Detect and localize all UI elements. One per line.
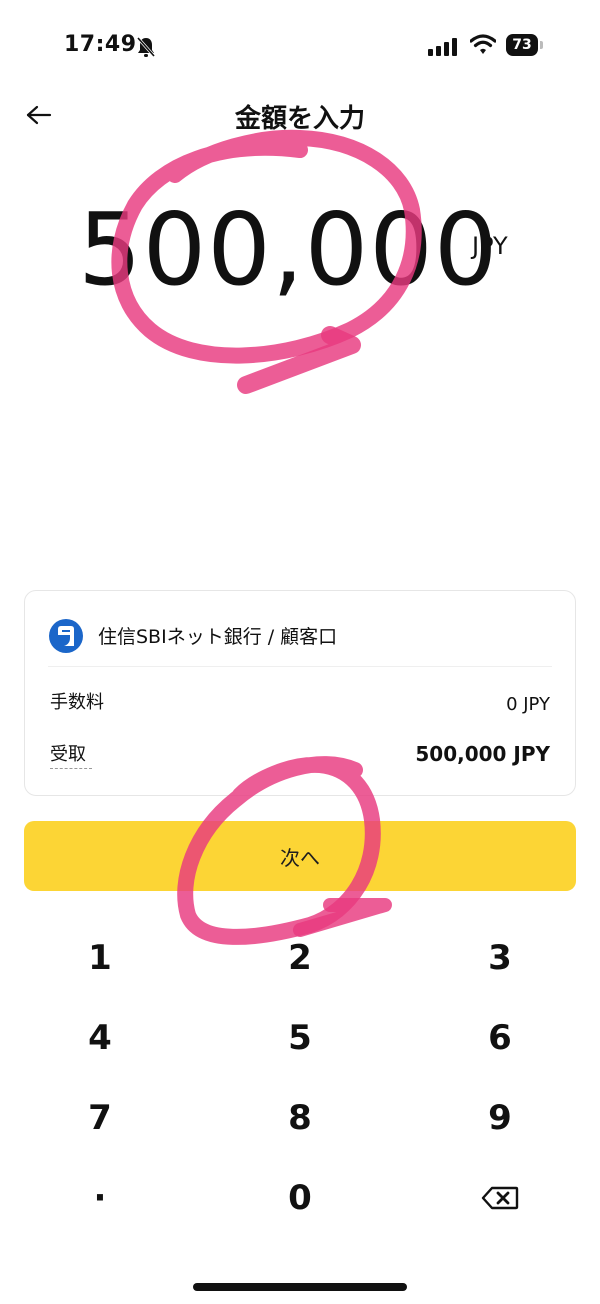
next-button-label: 次へ <box>280 845 320 870</box>
key-5[interactable]: 5 <box>200 998 400 1078</box>
key-7[interactable]: 7 <box>0 1078 200 1158</box>
receive-value: 500,000 JPY <box>415 742 550 766</box>
page-title: 金額を入力 <box>234 104 365 134</box>
cellular-signal-icon <box>428 38 457 56</box>
home-indicator <box>193 1283 407 1291</box>
battery-level: 73 <box>506 34 538 56</box>
next-button[interactable]: 次へ <box>24 821 576 891</box>
key-decimal[interactable]: · <box>0 1158 200 1238</box>
status-time: 17:49 <box>64 32 137 57</box>
key-backspace[interactable] <box>400 1158 600 1238</box>
battery-icon: 73 <box>506 34 544 58</box>
card-divider <box>48 666 552 667</box>
key-1[interactable]: 1 <box>0 918 200 998</box>
bank-name: 住信SBIネット銀行 / 顧客口 <box>98 626 338 648</box>
fee-label: 手数料 <box>50 692 104 713</box>
key-6[interactable]: 6 <box>400 998 600 1078</box>
receive-label-underline <box>50 768 92 769</box>
key-0[interactable]: 0 <box>200 1158 400 1238</box>
key-8[interactable]: 8 <box>200 1078 400 1158</box>
bank-logo-icon <box>49 619 83 653</box>
annotation-tail-amount <box>237 326 361 394</box>
key-2[interactable]: 2 <box>200 918 400 998</box>
amount-currency: JPY <box>472 232 508 260</box>
amount-value[interactable]: 500,000 <box>78 190 499 310</box>
receive-label[interactable]: 受取 <box>50 740 86 766</box>
keypad: 1 2 3 4 5 6 7 8 9 · 0 <box>0 918 600 1238</box>
key-3[interactable]: 3 <box>400 918 600 998</box>
key-4[interactable]: 4 <box>0 998 200 1078</box>
bell-slash-icon <box>136 37 156 57</box>
fee-value: 0 JPY <box>506 694 550 715</box>
key-9[interactable]: 9 <box>400 1078 600 1158</box>
wifi-icon <box>470 34 496 54</box>
backspace-icon <box>481 1186 519 1210</box>
